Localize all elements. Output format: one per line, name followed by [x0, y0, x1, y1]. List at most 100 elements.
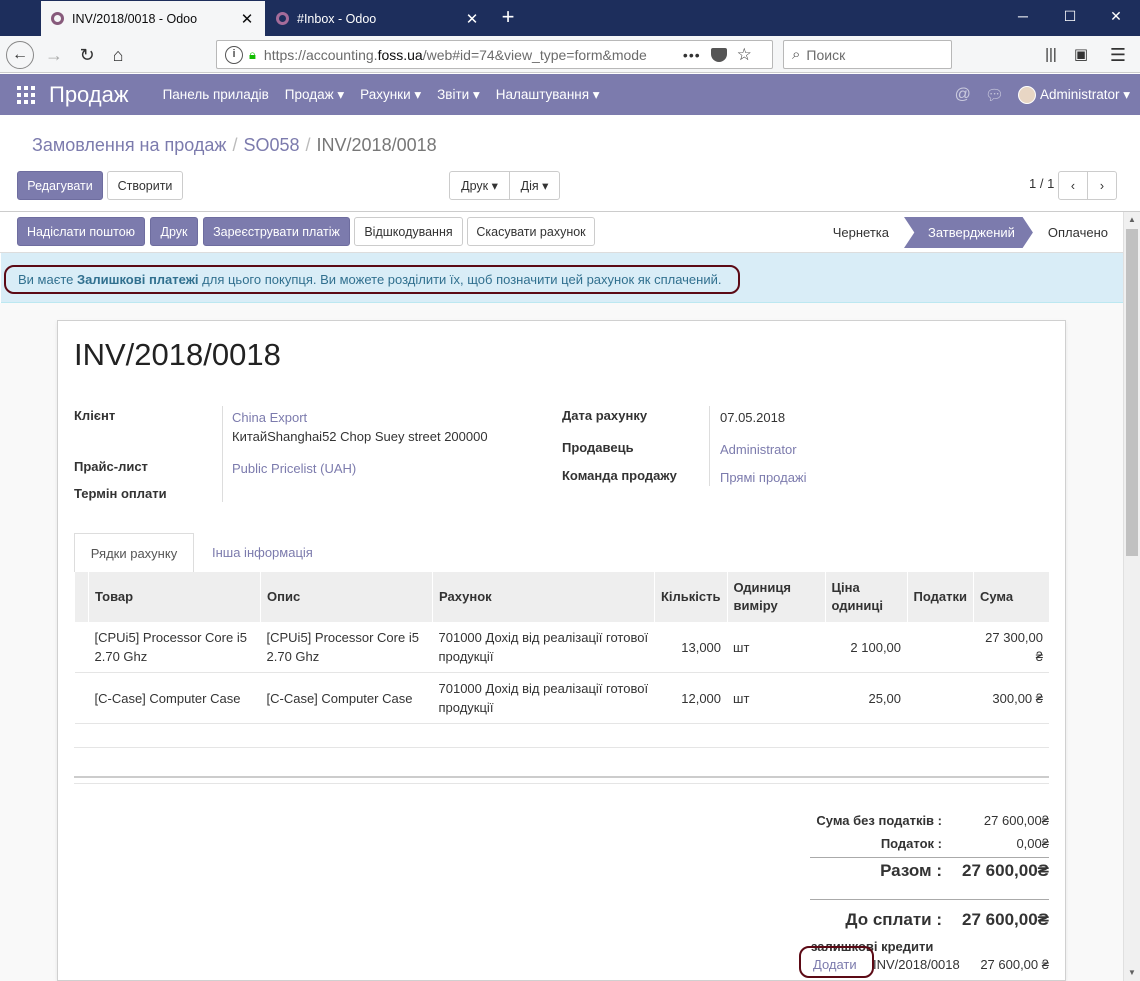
create-button[interactable]: Створити: [107, 171, 183, 200]
print-button[interactable]: Друк: [150, 217, 198, 246]
menu-reports[interactable]: Звіти ▾: [437, 87, 480, 103]
avatar[interactable]: [1017, 85, 1036, 104]
activity-icon[interactable]: @: [955, 86, 971, 104]
cancel-invoice-button[interactable]: Скасувати рахунок: [467, 217, 595, 246]
send-email-button[interactable]: Надіслати поштою: [17, 217, 145, 246]
tax-amount: 0,00₴: [1016, 836, 1049, 851]
edit-button[interactable]: Редагувати: [17, 171, 103, 200]
pocket-icon[interactable]: [710, 47, 727, 62]
stage-paid[interactable]: Оплачено: [1033, 217, 1123, 248]
cell-description: [C-Case] Computer Case: [260, 672, 433, 724]
lock-icon: 🔒︎: [249, 46, 256, 62]
cell-taxes: [907, 622, 974, 673]
amount-due: 27 600,00₴: [962, 910, 1049, 929]
scroll-down-icon[interactable]: ▼: [1124, 965, 1140, 981]
invoice-date-label: Дата рахунку: [562, 408, 648, 423]
menu-settings[interactable]: Налаштування ▾: [496, 87, 600, 103]
column-header-quantity[interactable]: Кількість: [654, 572, 728, 622]
minimize-icon[interactable]: ─: [1008, 8, 1038, 24]
apps-grid-icon[interactable]: [17, 85, 35, 104]
breadcrumb-sales-orders[interactable]: Замовлення на продаж: [32, 135, 226, 155]
column-header-uom[interactable]: Одиниця виміру: [726, 572, 826, 622]
column-header-taxes[interactable]: Податки: [906, 572, 974, 622]
forward-icon[interactable]: →: [40, 41, 68, 69]
customer-link[interactable]: China Export: [232, 410, 307, 425]
menu-sales[interactable]: Продаж ▾: [285, 87, 344, 103]
salesperson-link[interactable]: Administrator: [720, 442, 797, 457]
chat-icon[interactable]: 💬︎: [985, 86, 1004, 104]
cell-uom: шт: [727, 672, 826, 724]
breadcrumb: Замовлення на продаж / SO058/INV/2018/0018: [32, 135, 437, 155]
close-tab-icon[interactable]: ✕: [239, 10, 255, 28]
cell-unit-price: 25,00: [825, 672, 908, 724]
column-header-unit-price[interactable]: Ціна одиниці: [824, 572, 908, 622]
url-bar[interactable]: i 🔒︎ https://accounting.foss.ua/web#id=7…: [216, 40, 773, 69]
stage-validated[interactable]: Затверджений: [904, 217, 1033, 248]
refund-button[interactable]: Відшкодування: [354, 217, 463, 246]
cell-subtotal: 300,00 ₴: [973, 672, 1049, 724]
pricelist-link[interactable]: Public Pricelist (UAH): [232, 461, 356, 476]
totals-divider: [810, 857, 1049, 858]
salesperson-label: Продавець: [562, 440, 634, 455]
menu-icon[interactable]: ☰: [1104, 41, 1132, 69]
cell-subtotal: 27 300,00 ₴: [973, 622, 1049, 673]
search-icon: ⌕: [792, 46, 801, 63]
untaxed-label: Сума без податків :: [816, 813, 942, 828]
cell-quantity: 13,000: [654, 622, 728, 673]
empty-row: [74, 747, 1049, 748]
cell-account: 701000 Дохід від реалізації готової прод…: [432, 672, 655, 724]
register-payment-button[interactable]: Зареєструвати платіж: [203, 217, 350, 246]
back-icon[interactable]: ←: [6, 41, 34, 69]
tab-invoice-lines[interactable]: Рядки рахунку: [74, 533, 194, 574]
close-tab-icon[interactable]: ✕: [464, 10, 480, 28]
user-menu[interactable]: Administrator ▾: [1040, 87, 1130, 103]
table-row[interactable]: [C-Case] Computer Case [C-Case] Computer…: [74, 672, 1049, 724]
stage-draft[interactable]: Чернетка: [818, 217, 904, 248]
page-scrollbar[interactable]: ▲ ▼: [1123, 212, 1140, 981]
handle-column-header: [74, 572, 89, 622]
column-header-product[interactable]: Товар: [88, 572, 261, 622]
library-icon[interactable]: |||: [1037, 41, 1065, 69]
print-dropdown[interactable]: Друк ▾: [449, 171, 510, 200]
annotation-circle-alert: [4, 265, 740, 294]
stage-pipeline: Чернетка Затверджений Оплачено: [818, 217, 1123, 248]
scroll-up-icon[interactable]: ▲: [1124, 212, 1140, 228]
scroll-thumb[interactable]: [1126, 229, 1138, 556]
table-row[interactable]: [CPUi5] Processor Core i5 2.70 Ghz [CPUi…: [74, 622, 1049, 673]
close-window-icon[interactable]: ✕: [1101, 8, 1131, 25]
tab-other-info[interactable]: Інша інформація: [212, 533, 313, 573]
reload-icon[interactable]: ↻: [73, 41, 101, 69]
menu-invoices[interactable]: Рахунки ▾: [360, 87, 421, 103]
bookmark-star-icon[interactable]: ☆: [737, 45, 752, 65]
column-header-account[interactable]: Рахунок: [432, 572, 655, 622]
maximize-icon[interactable]: ☐: [1055, 8, 1085, 25]
cell-uom: шт: [727, 622, 826, 673]
pager-next-button[interactable]: ›: [1087, 171, 1117, 200]
odoo-favicon-icon: [51, 12, 64, 25]
search-input[interactable]: ⌕ Поиск: [783, 40, 952, 69]
tab-title: INV/2018/0018 - Odoo: [72, 11, 198, 26]
cell-taxes: [907, 672, 974, 724]
browser-tab-invoice[interactable]: INV/2018/0018 - Odoo ✕: [41, 1, 265, 36]
breadcrumb-so[interactable]: SO058: [243, 135, 299, 155]
field-divider: [709, 406, 710, 486]
cell-product: [CPUi5] Processor Core i5 2.70 Ghz: [88, 622, 261, 673]
pager-previous-button[interactable]: ‹: [1058, 171, 1088, 200]
invoice-date: 07.05.2018: [720, 410, 786, 425]
browser-tab-inbox[interactable]: #Inbox - Odoo ✕: [266, 1, 490, 36]
info-icon[interactable]: i: [225, 45, 243, 64]
action-dropdown[interactable]: Дія ▾: [509, 171, 560, 200]
credit-reference: INV/2018/0018: [873, 957, 960, 972]
breadcrumb-current: INV/2018/0018: [316, 135, 437, 155]
home-icon[interactable]: ⌂: [104, 41, 132, 69]
column-header-subtotal[interactable]: Сума: [972, 572, 1049, 622]
new-tab-icon[interactable]: +: [496, 5, 520, 29]
form-statusbar: Надіслати поштою Друк Зареєструвати плат…: [0, 212, 1123, 253]
sales-team-link[interactable]: Прямі продажі: [720, 470, 807, 485]
menu-dashboard[interactable]: Панель приладів: [163, 87, 269, 103]
total-label: Разом :: [880, 861, 942, 880]
column-header-description[interactable]: Опис: [260, 572, 433, 622]
credit-amount: 27 600,00 ₴: [980, 957, 1049, 972]
sidebar-icon[interactable]: ▣: [1067, 41, 1095, 69]
page-actions-icon[interactable]: •••: [683, 47, 701, 63]
